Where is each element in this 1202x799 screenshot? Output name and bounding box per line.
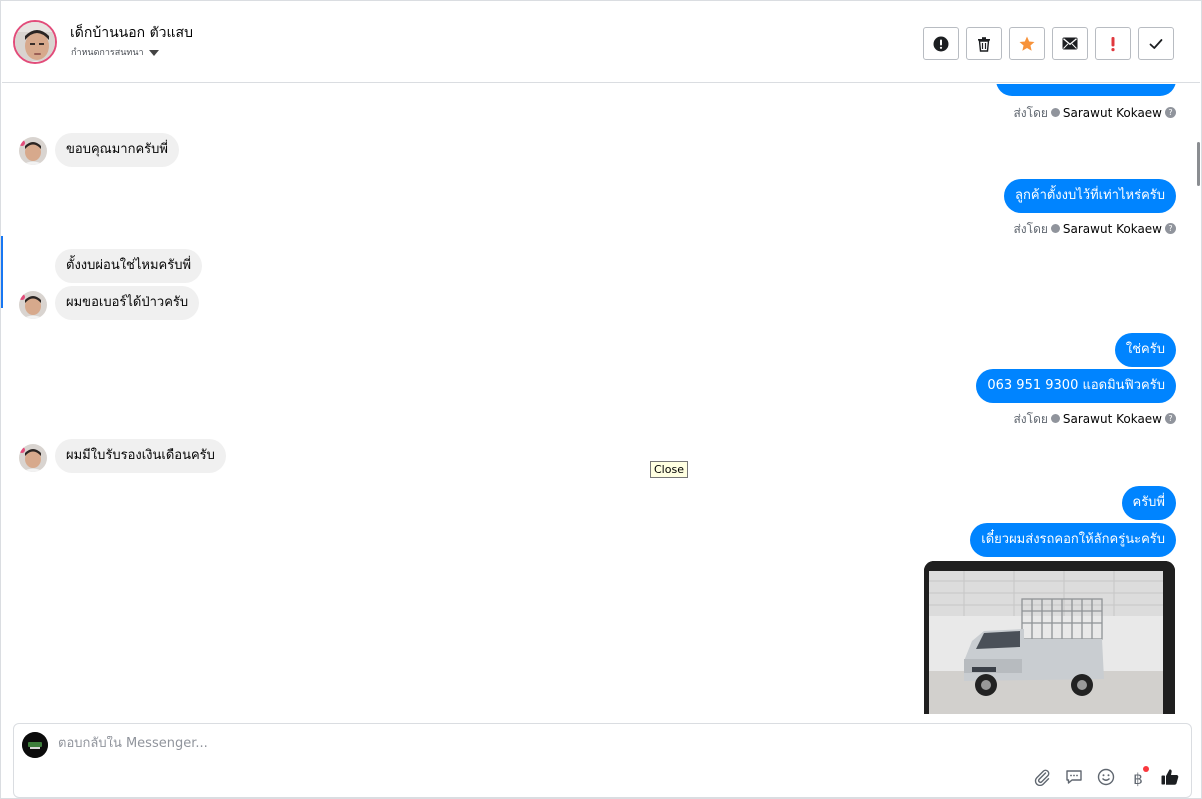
message-bubble-outgoing <box>996 84 1176 96</box>
help-icon[interactable]: ? <box>1165 107 1176 118</box>
contact-avatar-small <box>19 291 47 319</box>
contact-name: เด็กบ้านนอก ตัวแสบ <box>70 25 193 41</box>
baht-icon: ฿ <box>1133 770 1143 788</box>
sent-by-prefix: ส่งโดย <box>1013 412 1048 426</box>
verified-icon <box>1050 414 1060 423</box>
thumbs-up-icon <box>1160 767 1180 791</box>
alert-circle-icon <box>933 36 949 52</box>
sent-by-prefix: ส่งโดย <box>1013 106 1048 120</box>
message-bubble-outgoing: 063 951 9300 แอดมินฟิวครับ <box>976 369 1176 403</box>
checkmark-icon <box>1148 36 1164 52</box>
caret-down-icon <box>148 49 159 56</box>
payment-button[interactable]: ฿ <box>1127 766 1149 790</box>
envelope-icon <box>1062 37 1078 50</box>
message-bubble-incoming: ผมมีใบรับรองเงินเดือนครับ <box>55 439 226 473</box>
conversation-status-label: กำหนดการสนทนา <box>71 48 144 58</box>
mark-important-button[interactable] <box>1095 27 1131 60</box>
mark-unread-button[interactable] <box>1052 27 1088 60</box>
notification-dot <box>1143 766 1149 772</box>
verified-icon <box>1050 108 1060 117</box>
reply-input[interactable] <box>58 736 958 751</box>
message-bubble-incoming: ผมขอเบอร์ได้ป่าวครับ <box>55 286 200 320</box>
contact-avatar-small <box>19 137 47 165</box>
paperclip-icon <box>1033 768 1051 790</box>
conversation-status-dropdown[interactable]: กำหนดการสนทนา <box>71 45 159 59</box>
conversation-header: เด็กบ้านนอก ตัวแสบ กำหนดการสนทนา <box>2 2 1200 83</box>
star-button[interactable] <box>1009 27 1045 60</box>
star-icon <box>1018 35 1036 53</box>
emoji-button[interactable] <box>1095 768 1117 790</box>
help-icon[interactable]: ? <box>1165 223 1176 234</box>
send-like-button[interactable] <box>1159 768 1181 790</box>
contact-avatar[interactable] <box>13 20 57 64</box>
emoji-icon <box>1097 768 1115 790</box>
message-bubble-outgoing: ครับพี่ <box>1121 486 1176 520</box>
trash-icon <box>976 36 992 52</box>
page-avatar <box>22 732 48 758</box>
scrollbar-thumb[interactable] <box>1197 142 1200 186</box>
mark-done-button[interactable] <box>1138 27 1174 60</box>
sender-name: Sarawut Kokaew <box>1062 222 1162 236</box>
sender-name: Sarawut Kokaew <box>1062 106 1162 120</box>
reply-composer: ฿ <box>13 723 1192 798</box>
exclamation-icon <box>1110 36 1116 52</box>
sent-by-label: ส่งโดย Sarawut Kokaew? <box>1013 104 1176 123</box>
saved-replies-button[interactable] <box>1063 768 1085 790</box>
conversation-window: เด็กบ้านนอก ตัวแสบ กำหนดการสนทนา ส่งโดย … <box>0 0 1202 799</box>
image-attachment[interactable] <box>924 561 1175 714</box>
verified-icon <box>1050 224 1060 233</box>
message-bubble-incoming: ตั้งงบผ่อนใช่ไหมครับพี่ <box>55 249 203 283</box>
message-bubble-outgoing: ใช่ครับ <box>1114 333 1176 367</box>
message-bubble-outgoing: ลูกค้าตั้งงบไว้ที่เท่าไหร่ครับ <box>1004 179 1176 213</box>
chat-bubble-icon <box>1065 768 1083 790</box>
help-icon[interactable]: ? <box>1165 413 1176 424</box>
mark-spam-button[interactable] <box>923 27 959 60</box>
contact-avatar-small <box>19 444 47 472</box>
sent-by-label: ส่งโดย Sarawut Kokaew? <box>1013 410 1176 429</box>
close-tooltip: Close <box>650 461 688 478</box>
delete-button[interactable] <box>966 27 1002 60</box>
sent-by-label: ส่งโดย Sarawut Kokaew? <box>1013 220 1176 239</box>
sender-name: Sarawut Kokaew <box>1062 412 1162 426</box>
attach-file-button[interactable] <box>1031 768 1053 790</box>
sent-by-prefix: ส่งโดย <box>1013 222 1048 236</box>
message-bubble-outgoing: เดี๋ยวผมส่งรถคอกให้ลักครู่นะครับ <box>970 523 1176 557</box>
message-bubble-incoming: ขอบคุณมากครับพี่ <box>55 133 179 167</box>
